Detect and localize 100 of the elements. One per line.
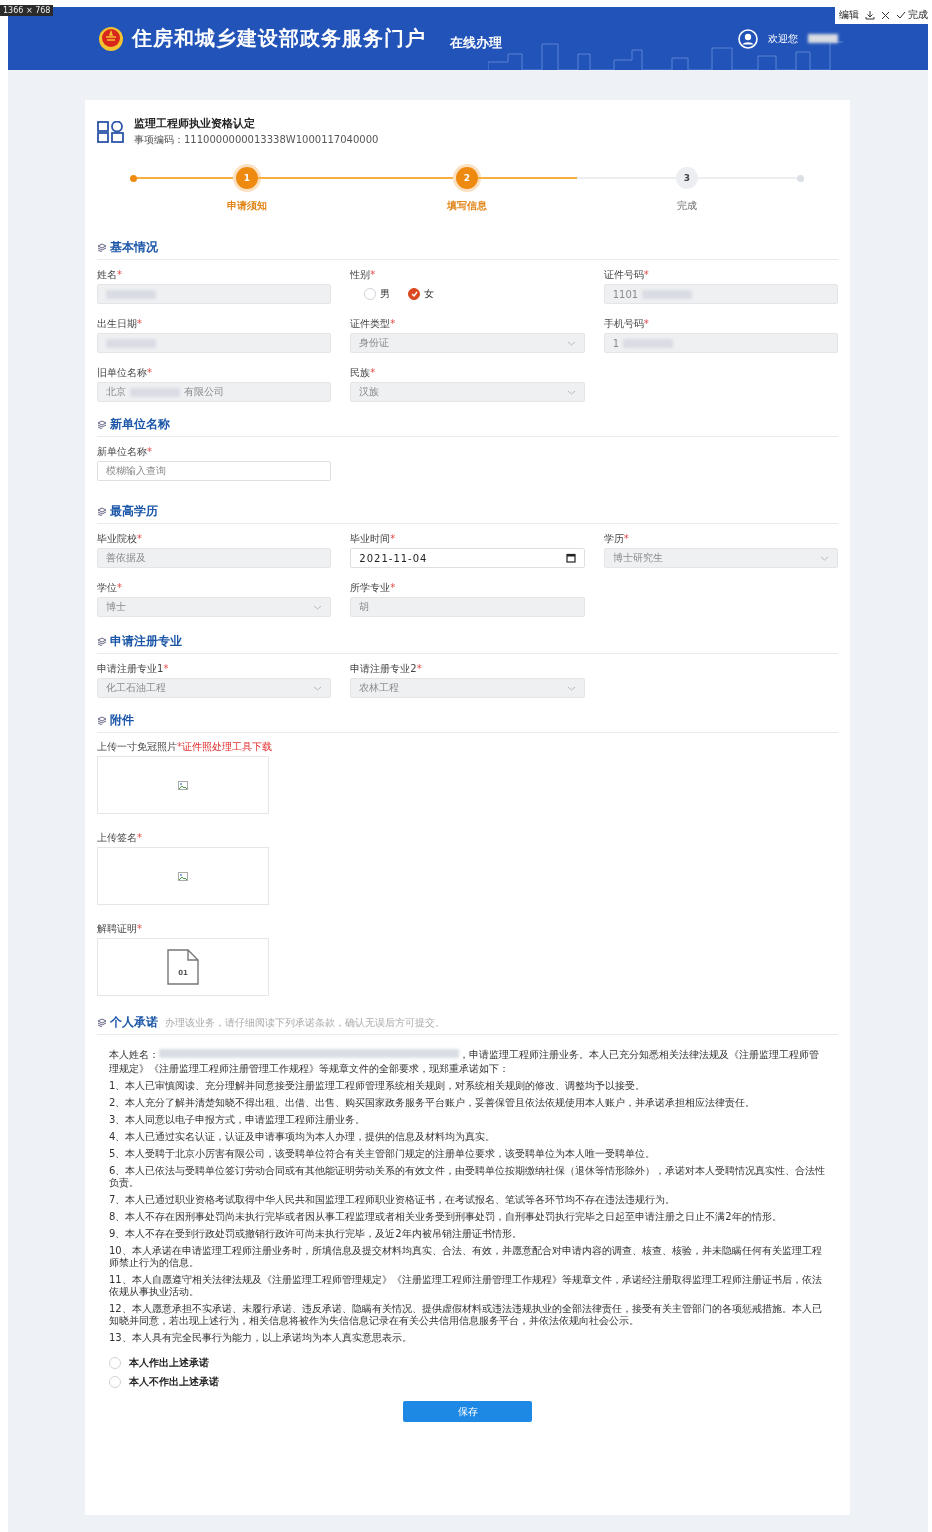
required-mark: * bbox=[370, 269, 376, 281]
section-title: 个人承诺 bbox=[110, 1014, 158, 1031]
edit-button[interactable]: 编辑 bbox=[839, 8, 859, 22]
calendar-icon[interactable] bbox=[565, 553, 576, 563]
required-mark: * bbox=[117, 269, 122, 281]
required-mark: * bbox=[643, 318, 649, 330]
field-label: 所学专业 bbox=[350, 582, 391, 594]
section-title: 最高学历 bbox=[110, 503, 158, 520]
broken-image-icon bbox=[178, 780, 188, 790]
layers-icon bbox=[97, 716, 107, 725]
layers-icon bbox=[97, 507, 107, 516]
radio-option[interactable]: 男 bbox=[364, 287, 391, 301]
layers-icon bbox=[97, 1018, 107, 1027]
required-mark: * bbox=[416, 663, 422, 675]
commitment-item: 3、本人同意以电子申报方式，申请监理工程师注册业务。 bbox=[109, 1114, 367, 1126]
required-mark: * bbox=[390, 582, 396, 594]
chevron-icon bbox=[313, 604, 323, 610]
close-icon[interactable] bbox=[881, 10, 890, 20]
download-link[interactable]: 证件照处理工具下载 bbox=[182, 741, 272, 753]
layers-icon bbox=[97, 637, 107, 646]
step-label: 完成 bbox=[677, 199, 697, 213]
required-mark: * bbox=[623, 533, 629, 545]
field-label: 学历 bbox=[603, 533, 624, 545]
section-title: 新单位名称 bbox=[110, 416, 170, 433]
commitment-item: 13、本人具有完全民事行为能力，以上承诺均为本人真实意思表示。 bbox=[109, 1332, 413, 1344]
commitment-item: 1、本人已审慎阅读、充分理解并同意接受注册监理工程师管理系统相关规则，对系统相关规则的修改、调整均予以接受。 bbox=[109, 1080, 647, 1092]
field-label: 证件类型 bbox=[350, 318, 391, 330]
field-label: 毕业院校 bbox=[97, 533, 137, 545]
save-button[interactable]: 保存 bbox=[403, 1401, 532, 1422]
portal-title: 住房和城乡建设部政务服务门户 bbox=[132, 25, 426, 52]
step-number: 1 bbox=[236, 167, 258, 189]
chevron-icon bbox=[566, 685, 576, 691]
section-title: 申请注册专业 bbox=[110, 633, 182, 650]
commitment-intro: 本人姓名： ，申请监理工程师注册业务。本人已充分知悉相关法律法规及《注册监理工程师管理规定》《注册监理工程师注册管理工作规程》等规章文件的全部要求，现郑重承诺如下： bbox=[109, 1048, 820, 1075]
input-field[interactable]: 模糊输入查询 bbox=[97, 461, 332, 481]
commitment-item: 11、本人自愿遵守相关法律法规及《注册监理工程师管理规定》《注册监理工程师注册管理工作规程》等规章文件，承诺经注册取得监理工程师注册证书后，依法依规从事执业活动。 bbox=[109, 1274, 823, 1298]
chevron-icon bbox=[820, 555, 829, 561]
section-title: 附件 bbox=[110, 712, 134, 729]
required-mark: * bbox=[137, 318, 142, 330]
field-label: 毕业时间 bbox=[350, 533, 391, 545]
portal-subtitle: 在线办理 bbox=[450, 33, 502, 52]
date-field[interactable]: 2021-11-04 bbox=[350, 548, 585, 568]
commitment-item: 6、本人已依法与受聘单位签订劳动合同或有其他能证明劳动关系的有效文件，由受聘单位按期缴纳社保（退休等情形除外），承诺对本人受聘情况真实性、合法性负责。 bbox=[109, 1165, 826, 1189]
chevron-icon bbox=[566, 340, 576, 346]
welcome-text: 欢迎您 bbox=[768, 31, 798, 46]
required-mark: * bbox=[137, 533, 142, 545]
section-hint: 办理该业务，请仔细阅读下列承诺条款，确认无误后方可提交。 bbox=[165, 1015, 445, 1030]
commitment-item: 2、本人充分了解并清楚知晓不得出租、出借、出售、购买国家政务服务平台账户，妥善保管且依法依规使用本人账户，并承诺承担相应法律责任。 bbox=[109, 1097, 757, 1109]
required-mark: * bbox=[390, 533, 396, 545]
commitment-item: 10、本人承诺在申请监理工程师注册业务时，所填信息及提交材料均真实、合法、有效，并愿意配合对申请内容的调查、核查、核验，并未隐瞒任何有关监理工程师禁止行为的信息。 bbox=[109, 1245, 823, 1269]
required-mark: * bbox=[370, 367, 376, 379]
commitment-item: 12、本人愿意承担不实承诺、未履行承诺、违反承诺、隐瞒有关情况、提供虚假材料或违法违规执业的全部法律责任，接受有关主管部门的各项惩戒措施。本人已知晓并同意，若出现上述行为，相关信息将被作为失信信息记录在有关公共信用信息服务平台，并依法依规向社会公示。 bbox=[109, 1303, 823, 1327]
broken-image-icon bbox=[178, 871, 188, 881]
field-label: 解聘证明 bbox=[97, 923, 137, 935]
layers-icon bbox=[97, 420, 107, 429]
field-label: 出生日期 bbox=[97, 318, 137, 330]
commitment-item: 8、本人不存在因刑事处罚尚未执行完毕或者因从事工程监理或者相关业务受到刑事处罚，自刑事处罚执行完毕之日起至申请注册之日止不满2年的情形。 bbox=[109, 1211, 783, 1223]
grid-icon bbox=[97, 120, 124, 143]
step-label: 申请须知 bbox=[227, 199, 267, 213]
layers-icon bbox=[97, 243, 107, 252]
field-label: 性别 bbox=[350, 269, 371, 281]
size-badge: 1366 × 768 bbox=[0, 5, 54, 16]
chevron-icon bbox=[313, 685, 323, 691]
required-mark: * bbox=[177, 741, 182, 753]
user-icon[interactable] bbox=[738, 28, 758, 49]
check-icon bbox=[896, 11, 906, 19]
required-mark: * bbox=[390, 318, 396, 330]
field-label: 证件号码 bbox=[603, 269, 644, 281]
field-label: 上传签名 bbox=[97, 832, 137, 844]
service-code: 事项编码：1110000000013338W1000117040000 bbox=[134, 133, 379, 147]
radio-option[interactable]: 本人作出上述承诺 bbox=[109, 1356, 826, 1370]
field-label: 姓名 bbox=[97, 269, 117, 281]
blurred-text bbox=[808, 34, 838, 43]
required-mark: * bbox=[137, 832, 142, 844]
field-label: 学位 bbox=[97, 582, 117, 594]
step-label: 填写信息 bbox=[447, 199, 487, 213]
field-label: 旧单位名称 bbox=[97, 367, 147, 379]
chevron-icon bbox=[566, 389, 576, 395]
required-mark: * bbox=[643, 269, 649, 281]
emblem-icon bbox=[98, 25, 124, 52]
field-label: 上传一寸免冠照片 bbox=[97, 741, 177, 753]
section-title: 基本情况 bbox=[110, 239, 158, 256]
check-icon bbox=[410, 291, 418, 297]
commitment-item: 7、本人已通过职业资格考试取得中华人民共和国监理工程师职业资格证书，在考试报名、笔试等各环节均不存在违法违规行为。 bbox=[109, 1194, 677, 1206]
service-title: 监理工程师执业资格认定 bbox=[134, 116, 256, 131]
field-label: 民族 bbox=[350, 367, 371, 379]
step-dot bbox=[797, 174, 804, 182]
field-label: 新单位名称 bbox=[97, 446, 147, 458]
commitment-item: 9、本人不存在受到行政处罚或撤销行政许可尚未执行完毕，及近2年内被吊销注册证书情形。 bbox=[109, 1228, 523, 1240]
step-number: 2 bbox=[456, 167, 478, 189]
commitment-item: 5、本人受聘于北京小厉害有限公司，该受聘单位符合有关主管部门规定的注册单位要求，该受聘单位为本人唯一受聘单位。 bbox=[109, 1148, 657, 1160]
field-label: 申请注册专业2 bbox=[350, 663, 417, 675]
required-mark: * bbox=[147, 367, 152, 379]
field-label: 申请注册专业1 bbox=[97, 663, 164, 675]
step-number: 3 bbox=[676, 167, 698, 189]
commitment-item: 4、本人已通过实名认证，认证及申请事项均为本人办理，提供的信息及材料均为真实。 bbox=[109, 1131, 497, 1143]
radio-option[interactable]: 女 bbox=[408, 287, 435, 301]
radio-option[interactable]: 本人不作出上述承诺 bbox=[109, 1375, 826, 1389]
download-icon[interactable] bbox=[865, 10, 875, 20]
done-button[interactable]: 完成 bbox=[896, 8, 928, 22]
